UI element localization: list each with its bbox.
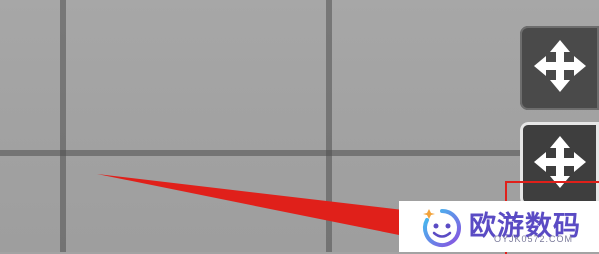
watermark: 欧游数码 OYJK0572.COM bbox=[399, 201, 599, 252]
smiley-logo-icon bbox=[423, 209, 461, 247]
watermark-url: OYJK0572.COM bbox=[494, 234, 574, 244]
